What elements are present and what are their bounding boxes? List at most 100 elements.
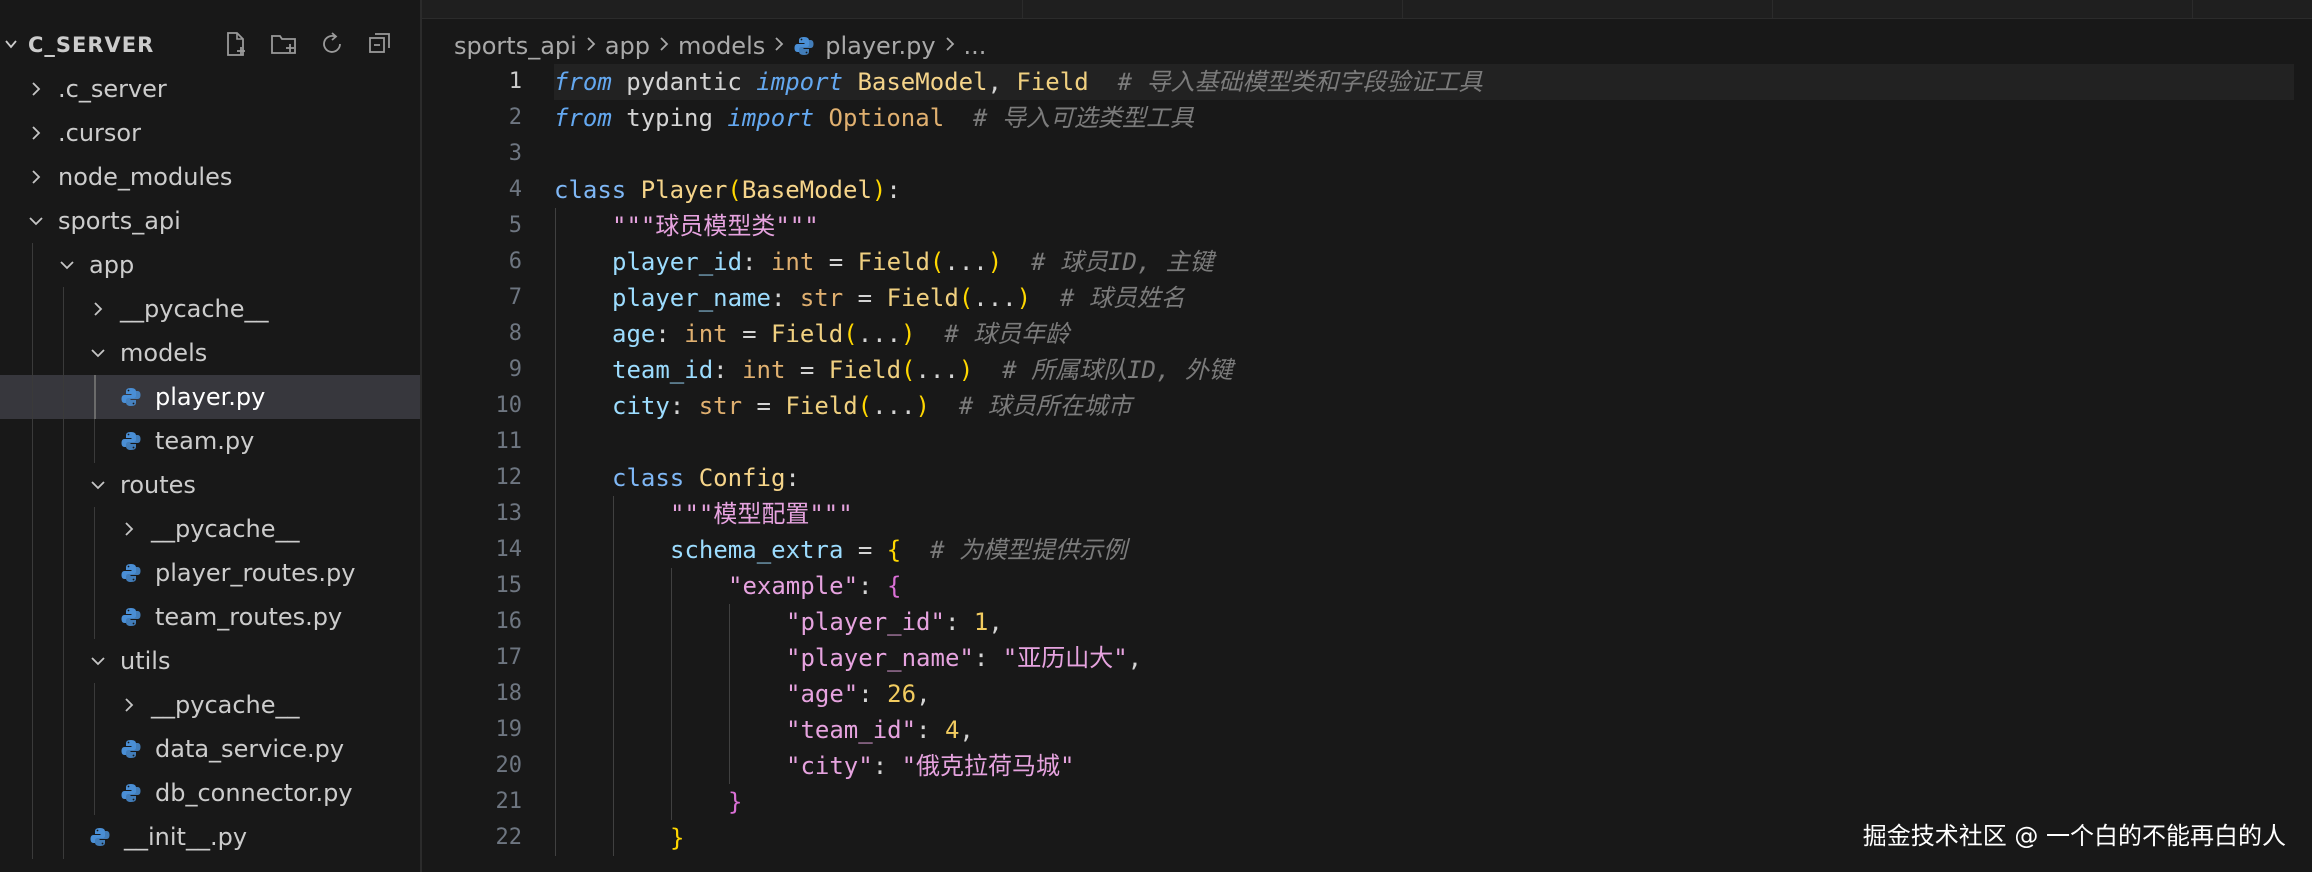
folder-item[interactable]: routes <box>0 463 420 507</box>
code-token: = <box>843 284 887 312</box>
code-line[interactable]: age: int = Field(...) # 球员年龄 <box>554 316 2294 352</box>
folder-item[interactable]: .cursor <box>0 111 420 155</box>
editor-tab[interactable] <box>1022 0 1403 18</box>
code-token: """球员模型类""" <box>612 212 819 240</box>
indent-guide <box>555 676 556 712</box>
tree-item-label: utils <box>120 647 171 675</box>
code-token: Field <box>886 284 959 312</box>
indent-guide <box>32 243 33 287</box>
chevron-down-icon[interactable] <box>55 258 79 272</box>
file-item[interactable]: player_routes.py <box>0 551 420 595</box>
new-folder-icon[interactable] <box>268 28 300 60</box>
code-line[interactable]: player_name: str = Field(...) # 球员姓名 <box>554 280 2294 316</box>
code-line[interactable]: """球员模型类""" <box>554 208 2294 244</box>
code-token: 26 <box>887 680 917 708</box>
editor-tab[interactable] <box>422 0 1023 18</box>
code-token: "player_name" <box>786 644 974 672</box>
indent-guide <box>94 375 96 419</box>
code-line[interactable] <box>554 136 2294 172</box>
chevron-right-icon[interactable] <box>24 169 48 185</box>
code-line[interactable]: city: str = Field(...) # 球员所在城市 <box>554 388 2294 424</box>
code-line[interactable]: "team_id": 4, <box>554 712 2294 748</box>
indent-guide <box>94 419 95 463</box>
code-token: ) <box>958 356 974 384</box>
code-token: import <box>727 104 815 132</box>
tree-item-label: node_modules <box>58 163 233 191</box>
code-area[interactable]: from pydantic import BaseModel, Field # … <box>554 64 2294 856</box>
code-line[interactable]: "example": { <box>554 568 2294 604</box>
chevron-down-icon[interactable] <box>86 478 110 492</box>
explorer-header[interactable]: C_SERVER <box>0 18 420 72</box>
code-token: ) <box>1016 284 1032 312</box>
folder-item[interactable]: __pycache__ <box>0 507 420 551</box>
code-line[interactable] <box>554 424 2294 460</box>
python-file-icon <box>119 386 143 408</box>
folder-item[interactable]: utils <box>0 639 420 683</box>
indent-guide <box>32 771 33 815</box>
code-content: from pydantic import BaseModel, Field # … <box>554 68 1482 96</box>
code-token: city <box>612 392 670 420</box>
code-line[interactable]: schema_extra = { # 为模型提供示例 <box>554 532 2294 568</box>
chevron-down-icon[interactable] <box>24 214 48 228</box>
file-item[interactable]: player.py <box>0 375 420 419</box>
chevron-right-icon[interactable] <box>117 521 141 537</box>
code-content: player_id: int = Field(...) # 球员ID, 主键 <box>612 248 1214 276</box>
code-token: str <box>799 284 844 312</box>
code-line[interactable]: "player_name": "亚历山大", <box>554 640 2294 676</box>
code-line[interactable]: """模型配置""" <box>554 496 2294 532</box>
breadcrumb-item[interactable]: app <box>605 32 650 60</box>
code-token: # 导入可选类型工具 <box>973 104 1194 132</box>
chevron-right-icon[interactable] <box>24 81 48 97</box>
file-item[interactable]: team_routes.py <box>0 595 420 639</box>
code-line[interactable]: "player_id": 1, <box>554 604 2294 640</box>
indent-guide <box>32 463 33 507</box>
chevron-right-icon[interactable] <box>117 697 141 713</box>
indent-guide <box>729 676 730 712</box>
editor-tab[interactable] <box>1402 0 1773 18</box>
file-item[interactable]: team.py <box>0 419 420 463</box>
new-file-icon[interactable] <box>220 28 252 60</box>
code-line[interactable]: "age": 26, <box>554 676 2294 712</box>
chevron-right-icon[interactable] <box>86 301 110 317</box>
code-line[interactable]: class Player(BaseModel): <box>554 172 2294 208</box>
breadcrumb-item[interactable]: sports_api <box>454 32 577 60</box>
folder-item[interactable]: __pycache__ <box>0 287 420 331</box>
indent-guide <box>729 640 730 676</box>
code-line[interactable]: class Config: <box>554 460 2294 496</box>
folder-item[interactable]: __pycache__ <box>0 683 420 727</box>
folder-item[interactable]: app <box>0 243 420 287</box>
file-item[interactable]: data_service.py <box>0 727 420 771</box>
indent-guide <box>555 496 556 532</box>
code-token: # 球员姓名 <box>1060 284 1185 312</box>
breadcrumb-file[interactable]: player.py <box>825 32 935 60</box>
chevron-down-icon[interactable] <box>86 346 110 360</box>
refresh-icon[interactable] <box>316 28 348 60</box>
editor-tab[interactable] <box>1772 0 2193 18</box>
code-editor[interactable]: 1 2 3 4 5 6 7 8 9 10 11 12 13 14 15 16 17 18 19 20 21 22 from… <box>422 64 2312 872</box>
collapse-all-icon[interactable] <box>364 28 396 60</box>
code-line[interactable]: player_id: int = Field(...) # 球员ID, 主键 <box>554 244 2294 280</box>
file-item[interactable]: __init__.py <box>0 815 420 859</box>
line-number: 12 <box>495 465 523 490</box>
code-line[interactable]: from typing import Optional # 导入可选类型工具 <box>554 100 2294 136</box>
folder-item[interactable]: models <box>0 331 420 375</box>
chevron-right-icon[interactable] <box>24 125 48 141</box>
code-line[interactable]: } <box>554 784 2294 820</box>
python-file-icon <box>793 35 815 57</box>
tree-item-label: team.py <box>155 427 255 455</box>
indent-guide <box>555 604 556 640</box>
line-number: 18 <box>495 681 523 706</box>
code-line[interactable]: team_id: int = Field(...) # 所属球队ID, 外键 <box>554 352 2294 388</box>
line-number: 19 <box>495 717 523 742</box>
folder-item[interactable]: .c_server <box>0 67 420 111</box>
code-line[interactable]: "city": "俄克拉荷马城" <box>554 748 2294 784</box>
code-line[interactable]: from pydantic import BaseModel, Field # … <box>554 64 2294 100</box>
code-token: : <box>669 392 699 420</box>
breadcrumb-ellipsis[interactable]: ... <box>964 32 987 60</box>
folder-item[interactable]: node_modules <box>0 155 420 199</box>
folder-item[interactable]: sports_api <box>0 199 420 243</box>
chevron-down-icon[interactable] <box>86 654 110 668</box>
breadcrumb-item[interactable]: models <box>678 32 765 60</box>
file-item[interactable]: db_connector.py <box>0 771 420 815</box>
